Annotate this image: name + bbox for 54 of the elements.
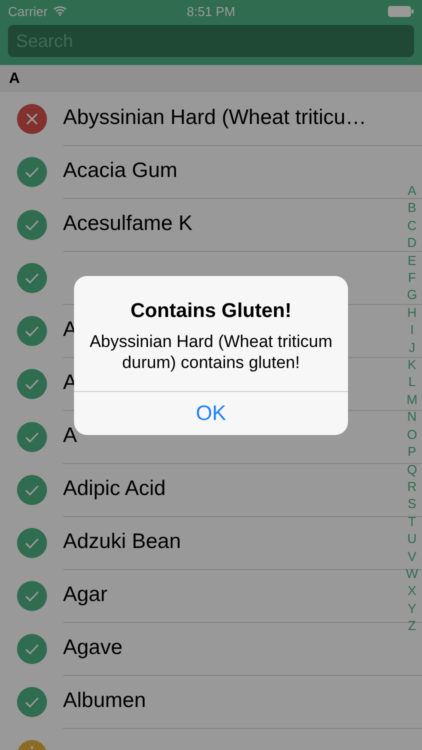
index-letter[interactable]: E	[408, 252, 416, 270]
alert-message: Abyssinian Hard (Wheat triticum durum) contains gluten!	[88, 331, 334, 373]
check-circle-icon	[17, 634, 47, 664]
index-letter[interactable]: R	[407, 478, 417, 496]
alert-title: Contains Gluten!	[129, 300, 293, 323]
check-circle-icon	[17, 528, 47, 558]
index-letter[interactable]: W	[406, 564, 418, 582]
index-letter[interactable]: K	[408, 356, 416, 374]
index-letter[interactable]: Q	[406, 460, 418, 478]
check-circle-icon	[17, 474, 47, 504]
check-circle-icon	[17, 156, 47, 186]
index-letter[interactable]: P	[408, 443, 416, 460]
index-letter[interactable]: N	[407, 408, 417, 426]
index-letter[interactable]: L	[408, 373, 416, 391]
carrier-label: Carrier	[8, 4, 48, 18]
index-letter[interactable]: G	[406, 286, 418, 304]
index-letter[interactable]: U	[407, 530, 417, 548]
ingredient-name[interactable]: Adzuki Bean	[63, 530, 181, 554]
index-letter[interactable]: A	[408, 182, 416, 200]
battery-icon	[388, 6, 414, 16]
index-letter[interactable]: T	[408, 512, 416, 530]
ingredient-name[interactable]: Abyssinian Hard (Wheat triticu…	[63, 106, 366, 130]
check-circle-icon	[17, 686, 47, 716]
check-circle-icon	[17, 368, 47, 398]
check-circle-icon	[17, 580, 47, 610]
index-letter[interactable]: Y	[408, 600, 416, 618]
index-letter[interactable]: I	[410, 321, 414, 339]
ingredient-name[interactable]: Agar	[63, 583, 108, 607]
ingredient-name[interactable]: Albumen	[63, 689, 146, 713]
clock: 8:51 PM	[186, 4, 236, 18]
check-circle-icon	[17, 316, 47, 346]
index-letter[interactable]: M	[406, 390, 418, 408]
index-letter[interactable]: J	[408, 338, 416, 356]
index-letter[interactable]: D	[407, 234, 417, 252]
check-circle-icon	[17, 210, 47, 240]
ingredient-name[interactable]: Acacia Gum	[63, 159, 178, 183]
ok-button[interactable]: OK	[74, 391, 348, 435]
index-letter[interactable]: S	[408, 495, 416, 513]
index-letter[interactable]: B	[408, 199, 416, 217]
ingredient-name[interactable]: Adipic Acid	[63, 477, 166, 501]
wifi-icon	[52, 6, 67, 16]
cross-circle-icon	[17, 104, 47, 134]
ingredient-name[interactable]: Acesulfame K	[63, 212, 193, 236]
index-letter[interactable]: X	[408, 582, 416, 600]
index-letter[interactable]: H	[407, 304, 417, 322]
index-letter[interactable]: F	[408, 269, 416, 286]
check-circle-icon	[17, 262, 47, 292]
index-letter[interactable]: O	[406, 426, 418, 444]
index-letter[interactable]: C	[407, 216, 417, 234]
index-letter[interactable]: Z	[408, 617, 416, 635]
index-letter[interactable]: V	[408, 548, 416, 565]
check-circle-icon	[17, 422, 47, 452]
ingredient-name[interactable]: Agave	[63, 636, 123, 660]
section-header: A	[9, 70, 20, 87]
